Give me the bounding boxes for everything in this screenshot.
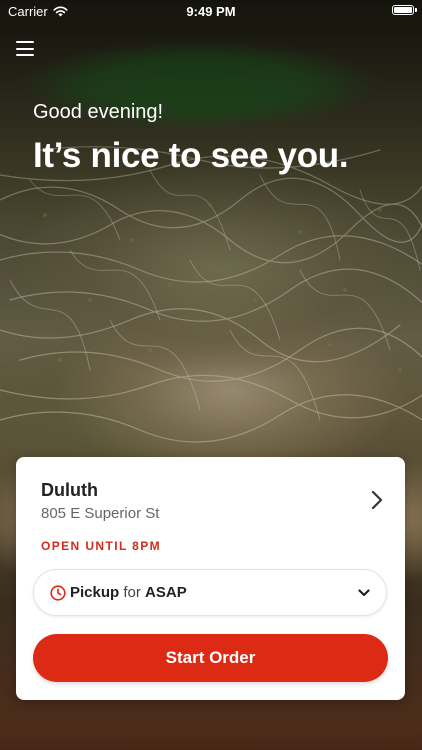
- menu-line: [16, 41, 34, 43]
- greeting-text: Good evening!: [33, 101, 164, 123]
- battery-icon: [392, 5, 417, 15]
- order-mode-connector: for: [123, 584, 141, 601]
- status-bar: Carrier 9:49 PM: [0, 0, 422, 22]
- hamburger-menu-icon[interactable]: [16, 41, 34, 56]
- chevron-down-icon: [358, 589, 370, 597]
- battery-level: [394, 7, 412, 13]
- order-mode-dropdown[interactable]: Pickup for ASAP: [33, 569, 387, 616]
- bottom-edge: [0, 726, 422, 750]
- clock-icon: [50, 585, 66, 601]
- store-address: 805 E Superior St: [41, 505, 160, 522]
- menu-line: [16, 47, 34, 50]
- store-hours: OPEN UNTIL 8PM: [41, 539, 162, 553]
- order-mode-type: Pickup: [70, 584, 120, 601]
- store-selector[interactable]: Duluth 805 E Superior St: [16, 457, 405, 537]
- store-name: Duluth: [41, 480, 98, 500]
- welcome-headline: It’s nice to see you.: [33, 136, 349, 175]
- clock-time: 9:49 PM: [186, 4, 236, 19]
- start-order-button[interactable]: Start Order: [33, 634, 388, 682]
- chevron-right-icon: [371, 490, 383, 510]
- store-card: Duluth 805 E Superior St OPEN UNTIL 8PM …: [16, 457, 405, 700]
- order-mode-text: Pickup for ASAP: [70, 584, 187, 601]
- menu-line: [16, 54, 34, 56]
- order-mode-time: ASAP: [145, 584, 187, 601]
